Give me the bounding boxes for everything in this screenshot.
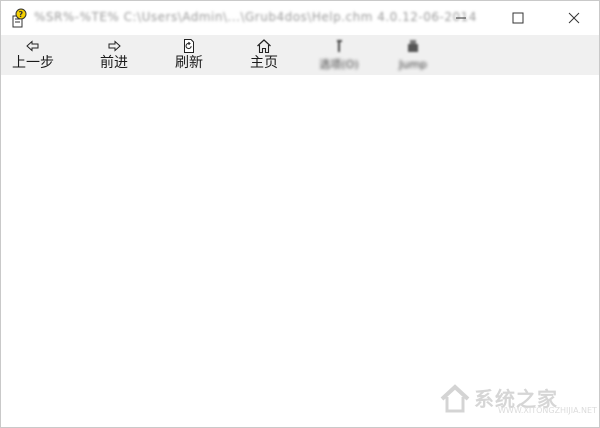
- options-icon: [337, 40, 342, 52]
- refresh-button[interactable]: 刷新: [161, 35, 217, 75]
- refresh-label: 刷新: [175, 55, 203, 71]
- title-bar[interactable]: ? %SR%-%TE% C:\Users\Admin\...\Grub4dos\…: [1, 1, 599, 35]
- forward-arrow-icon: [108, 40, 121, 52]
- watermark-house-icon: [440, 384, 470, 413]
- home-label: 主页: [250, 55, 278, 71]
- close-icon: [568, 12, 580, 24]
- jump-button[interactable]: Jump: [387, 35, 439, 75]
- site-watermark: 系统之家 WWW.XITONGZHIJIA.NET: [438, 379, 597, 417]
- help-window: ? %SR%-%TE% C:\Users\Admin\...\Grub4dos\…: [0, 0, 600, 428]
- help-app-icon: ?: [12, 8, 28, 28]
- refresh-icon: [184, 39, 194, 53]
- close-button[interactable]: [551, 1, 597, 35]
- jump-label: Jump: [399, 58, 427, 71]
- back-button[interactable]: 上一步: [6, 35, 60, 75]
- home-button[interactable]: 主页: [236, 35, 292, 75]
- back-label: 上一步: [12, 55, 54, 71]
- maximize-button[interactable]: [495, 1, 541, 35]
- svg-text:?: ?: [19, 10, 24, 19]
- back-arrow-icon: [26, 40, 39, 52]
- minimize-icon: [456, 17, 466, 19]
- options-label: 选项(O): [319, 58, 359, 71]
- jump-icon: [408, 40, 418, 52]
- window-title: %SR%-%TE% C:\Users\Admin\...\Grub4dos\He…: [34, 10, 477, 24]
- forward-label: 前进: [100, 55, 128, 71]
- options-button[interactable]: 选项(O): [301, 35, 377, 75]
- maximize-icon: [512, 12, 524, 24]
- help-content-pane[interactable]: [1, 75, 599, 427]
- home-icon: [257, 39, 271, 54]
- minimize-button[interactable]: [438, 1, 484, 35]
- forward-button[interactable]: 前进: [86, 35, 142, 75]
- watermark-url: WWW.XITONGZHIJIA.NET: [498, 406, 597, 415]
- help-toolbar: 上一步 前进 刷新 主页 选项(O) Jump: [1, 35, 599, 75]
